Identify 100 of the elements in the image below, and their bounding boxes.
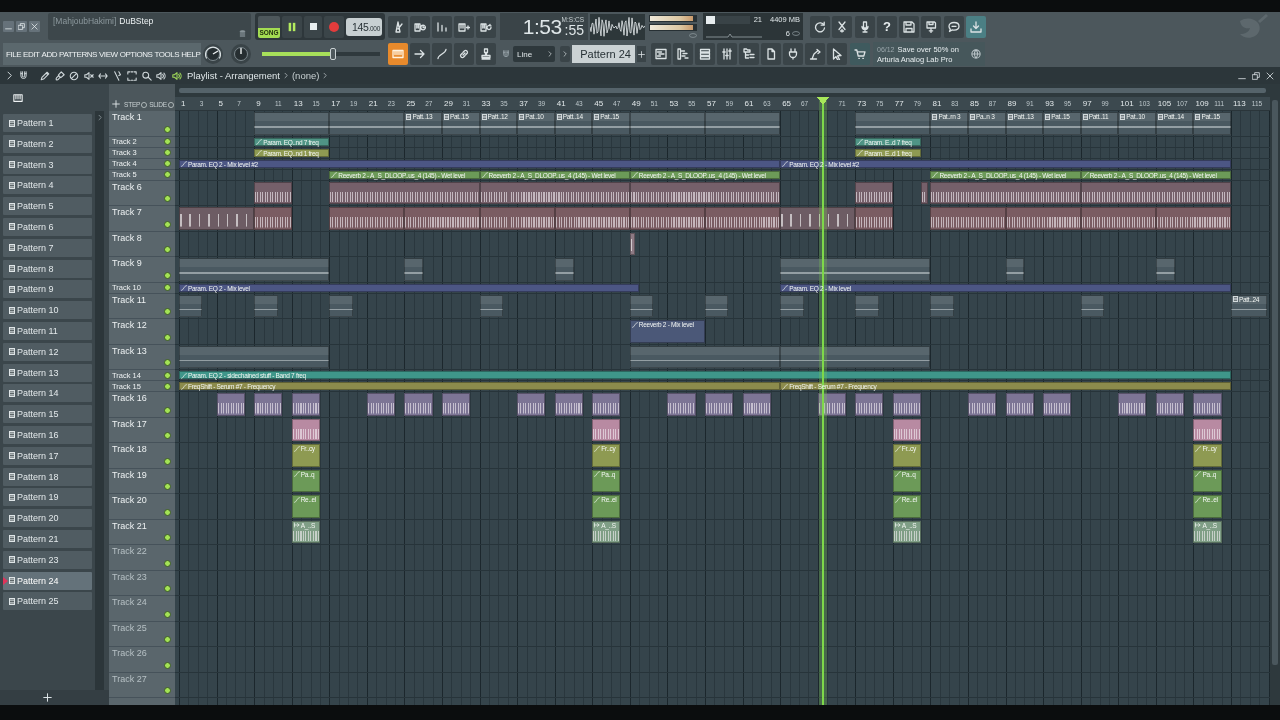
audio-clip[interactable] bbox=[254, 207, 292, 230]
track-enable-led[interactable] bbox=[164, 534, 171, 541]
track-enable-led[interactable] bbox=[164, 171, 171, 178]
pause-button[interactable] bbox=[282, 15, 302, 38]
chevron-icon[interactable] bbox=[282, 72, 289, 79]
refresh-button[interactable] bbox=[810, 15, 830, 38]
audio-clip[interactable] bbox=[930, 181, 1081, 204]
track-name[interactable]: Track 6 bbox=[112, 181, 142, 193]
pattern-clip[interactable] bbox=[179, 258, 330, 281]
menu-item[interactable]: ADD bbox=[41, 49, 58, 59]
sliced-audio-clip[interactable] bbox=[629, 232, 636, 255]
add-pattern-button[interactable] bbox=[637, 46, 646, 62]
scrollbar-thumb[interactable] bbox=[1272, 100, 1278, 665]
track-name[interactable]: Track 26 bbox=[112, 648, 147, 659]
plug-button[interactable] bbox=[783, 43, 803, 65]
arrow-right-button[interactable] bbox=[410, 43, 430, 65]
audio-clip[interactable] bbox=[329, 181, 480, 204]
speaker-icon[interactable] bbox=[172, 70, 182, 81]
pattern-menu-button[interactable] bbox=[560, 46, 570, 62]
pattern-item[interactable]: Pattern 23 bbox=[3, 550, 92, 569]
pencil-icon[interactable] bbox=[40, 70, 50, 81]
track-enable-led[interactable] bbox=[164, 661, 171, 669]
descending-bars-button[interactable] bbox=[432, 15, 452, 38]
circle-slash-icon[interactable] bbox=[69, 70, 79, 81]
audio-clip[interactable] bbox=[1005, 393, 1034, 416]
audio-clip[interactable] bbox=[517, 393, 546, 416]
pattern-item[interactable]: Pattern 15 bbox=[3, 405, 92, 424]
track-enable-led[interactable] bbox=[164, 160, 171, 167]
track-enable-led[interactable] bbox=[164, 483, 171, 490]
track-enable-led[interactable] bbox=[164, 406, 171, 414]
pattern-clip[interactable] bbox=[930, 294, 954, 317]
restore-button[interactable] bbox=[16, 21, 27, 32]
speaker-icon[interactable] bbox=[156, 70, 166, 81]
pattern-clip[interactable] bbox=[404, 258, 424, 281]
keys-loop-button[interactable] bbox=[476, 15, 496, 38]
audio-clip[interactable] bbox=[254, 393, 283, 416]
audio-clip[interactable] bbox=[855, 393, 884, 416]
audio-clip[interactable] bbox=[1155, 207, 1231, 230]
pattern-clip[interactable] bbox=[855, 112, 931, 135]
slice-icon[interactable] bbox=[112, 70, 123, 81]
track-name[interactable]: Track 9 bbox=[112, 258, 142, 269]
sliced-audio-clip[interactable] bbox=[780, 207, 856, 230]
save-plus-button[interactable] bbox=[921, 15, 942, 38]
audio-clip[interactable] bbox=[1118, 393, 1147, 416]
track-name[interactable]: Track 12 bbox=[112, 320, 147, 331]
track-enable-led[interactable] bbox=[164, 687, 171, 694]
restore-icon[interactable] bbox=[1252, 71, 1260, 80]
track-enable-led[interactable] bbox=[164, 432, 171, 439]
pattern-clip[interactable] bbox=[1005, 258, 1025, 281]
track-enable-led[interactable] bbox=[164, 138, 171, 145]
track-name[interactable]: Track 7 bbox=[112, 207, 142, 218]
keys-plus-button[interactable] bbox=[454, 15, 474, 38]
chat-button[interactable] bbox=[943, 15, 964, 38]
pattern-clip[interactable] bbox=[629, 345, 781, 368]
pattern-clip[interactable] bbox=[1155, 258, 1175, 281]
audio-clip[interactable] bbox=[742, 393, 771, 416]
magnet-icon[interactable] bbox=[19, 71, 28, 80]
playlist-button[interactable] bbox=[651, 43, 671, 65]
track-enable-led[interactable] bbox=[164, 371, 171, 379]
pattern-clip[interactable] bbox=[780, 258, 931, 281]
menu-item[interactable]: FILE bbox=[6, 49, 22, 59]
track-enable-led[interactable] bbox=[164, 220, 171, 228]
pattern-clip[interactable] bbox=[329, 294, 353, 317]
audio-clip[interactable] bbox=[667, 393, 696, 416]
audio-clip[interactable] bbox=[1193, 418, 1222, 441]
track-enable-led[interactable] bbox=[164, 382, 171, 390]
track-enable-led[interactable] bbox=[164, 333, 171, 341]
brush-icon[interactable] bbox=[54, 70, 65, 81]
audio-clip[interactable] bbox=[554, 393, 583, 416]
minimize-button[interactable] bbox=[3, 21, 14, 32]
microphone-button[interactable] bbox=[854, 15, 875, 38]
audio-clip[interactable] bbox=[479, 207, 555, 230]
audio-clip[interactable] bbox=[404, 207, 480, 230]
track-enable-led[interactable] bbox=[164, 359, 171, 366]
metronome-button[interactable] bbox=[388, 15, 408, 38]
track-enable-led[interactable] bbox=[164, 271, 171, 279]
folder-tree-button[interactable] bbox=[739, 43, 759, 65]
audio-clip[interactable] bbox=[366, 393, 396, 416]
track-name[interactable]: Track 25 bbox=[112, 622, 147, 634]
chevron-icon[interactable] bbox=[322, 72, 329, 79]
pattern-clip[interactable] bbox=[855, 294, 879, 317]
stop-button[interactable] bbox=[304, 15, 322, 38]
document-button[interactable] bbox=[761, 43, 781, 65]
menu-item[interactable]: OPTIONS bbox=[119, 49, 153, 59]
pattern-clip[interactable] bbox=[254, 294, 278, 317]
audio-clip[interactable] bbox=[1005, 207, 1081, 230]
audio-clip[interactable] bbox=[855, 181, 893, 204]
audio-clip[interactable] bbox=[216, 393, 245, 416]
track-enable-led[interactable] bbox=[164, 149, 171, 156]
stamp-button[interactable] bbox=[476, 43, 496, 65]
pattern-clip[interactable] bbox=[629, 112, 705, 135]
track-name[interactable]: Track 20 bbox=[112, 495, 147, 506]
track-name[interactable]: Track 24 bbox=[112, 597, 147, 608]
audio-clip[interactable] bbox=[892, 393, 922, 416]
track-name[interactable]: Track 13 bbox=[112, 345, 147, 357]
audio-clip[interactable] bbox=[592, 418, 621, 441]
audio-clip[interactable] bbox=[479, 181, 630, 204]
pattern-clip[interactable] bbox=[705, 294, 729, 317]
pattern-clip[interactable] bbox=[179, 294, 203, 317]
audio-clip[interactable] bbox=[892, 418, 922, 441]
